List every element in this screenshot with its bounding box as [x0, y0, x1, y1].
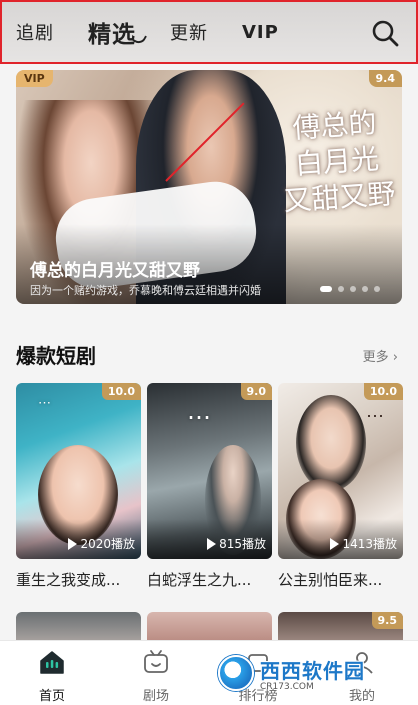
- more-link[interactable]: 更多 ›: [363, 346, 398, 365]
- score-badge: 9.0: [240, 383, 272, 400]
- tab-updates[interactable]: 更新: [170, 19, 208, 45]
- play-count-label: 2020播放: [80, 537, 135, 551]
- poster-title-art: ⋯: [187, 403, 211, 431]
- drama-poster: ⋯ 10.0 1413播放: [278, 383, 403, 559]
- play-count: 1413播放: [330, 535, 397, 552]
- play-count-label: 815播放: [219, 537, 266, 551]
- tv-icon: [144, 650, 168, 673]
- drama-title: 重生之我变成...: [16, 571, 121, 589]
- bottom-tab-label: 首页: [38, 689, 65, 704]
- play-icon: [68, 537, 78, 550]
- vip-badge: VIP: [16, 70, 53, 87]
- play-icon: [207, 537, 217, 550]
- play-count: 2020播放: [68, 535, 135, 552]
- tab-vip[interactable]: VIP: [242, 22, 279, 43]
- pager-dot[interactable]: [362, 286, 368, 292]
- score-badge: 10.0: [101, 383, 141, 400]
- drama-poster: ⋯ 10.0 2020播放: [16, 383, 141, 559]
- more-label: 更多: [362, 350, 389, 365]
- drama-card[interactable]: ⋯ 9.0 815播放 白蛇浮生之九...: [147, 383, 272, 590]
- watermark-text: 西西软件园 CR173.COM: [260, 655, 365, 692]
- drama-title: 公主别怕臣来...: [278, 571, 383, 589]
- tab-follow[interactable]: 追剧: [16, 19, 54, 45]
- drama-title: 白蛇浮生之九...: [147, 571, 252, 589]
- drama-card[interactable]: ⋯ 10.0 1413播放 公主别怕臣来...: [278, 383, 403, 590]
- banner-title: 傅总的白月光又甜又野: [30, 261, 200, 281]
- drama-card[interactable]: ⋯ 10.0 2020播放 重生之我变成...: [16, 383, 141, 590]
- section-title: 爆款短剧: [16, 344, 96, 368]
- pager-dot-active[interactable]: [320, 286, 332, 292]
- section-header: 爆款短剧 更多 ›: [16, 340, 402, 370]
- tab-featured[interactable]: 精选: [88, 15, 136, 49]
- pager-dot[interactable]: [374, 286, 380, 292]
- bottom-tab-home[interactable]: 首页: [12, 649, 92, 704]
- poster-title-art: ⋯: [38, 396, 51, 411]
- hero-banner[interactable]: 傅总的 白月光 又甜又野 VIP 9.4 傅总的白月光又甜又野 因为一个赌约游戏…: [16, 70, 402, 304]
- watermark-logo: [218, 655, 254, 691]
- drama-poster-partial[interactable]: [147, 612, 272, 642]
- score-badge: 10.0: [363, 383, 403, 400]
- play-count-label: 1413播放: [342, 537, 397, 551]
- search-icon[interactable]: [370, 18, 400, 48]
- bottom-tab-label: 剧场: [142, 689, 169, 704]
- score-badge: 9.5: [371, 612, 403, 629]
- score-badge: 9.4: [368, 70, 402, 87]
- play-count: 815播放: [207, 535, 266, 552]
- banner-pager: [320, 286, 380, 292]
- drama-poster-partial[interactable]: [16, 612, 141, 642]
- pager-dot[interactable]: [350, 286, 356, 292]
- top-nav: 追剧 精选 更新 VIP: [0, 0, 418, 64]
- chevron-right-icon: ›: [392, 350, 398, 365]
- watermark-name: 西西软件园: [260, 658, 365, 683]
- bottom-tab-theater[interactable]: 剧场: [116, 649, 196, 704]
- play-icon: [330, 537, 340, 550]
- home-icon: [40, 651, 64, 674]
- poster-figure: [296, 395, 366, 491]
- watermark: 西西软件园 CR173.COM: [218, 652, 393, 694]
- pager-dot[interactable]: [338, 286, 344, 292]
- watermark-url: CR173.COM: [260, 681, 314, 692]
- banner-subtitle: 因为一个赌约游戏，乔慕晚和傅云廷相遇并闪婚: [30, 284, 261, 297]
- drama-poster: ⋯ 9.0 815播放: [147, 383, 272, 559]
- banner-title-art: 傅总的 白月光 又甜又野: [282, 106, 397, 218]
- poster-title-art: ⋯: [366, 406, 384, 427]
- drama-poster-partial[interactable]: 9.5: [278, 612, 403, 642]
